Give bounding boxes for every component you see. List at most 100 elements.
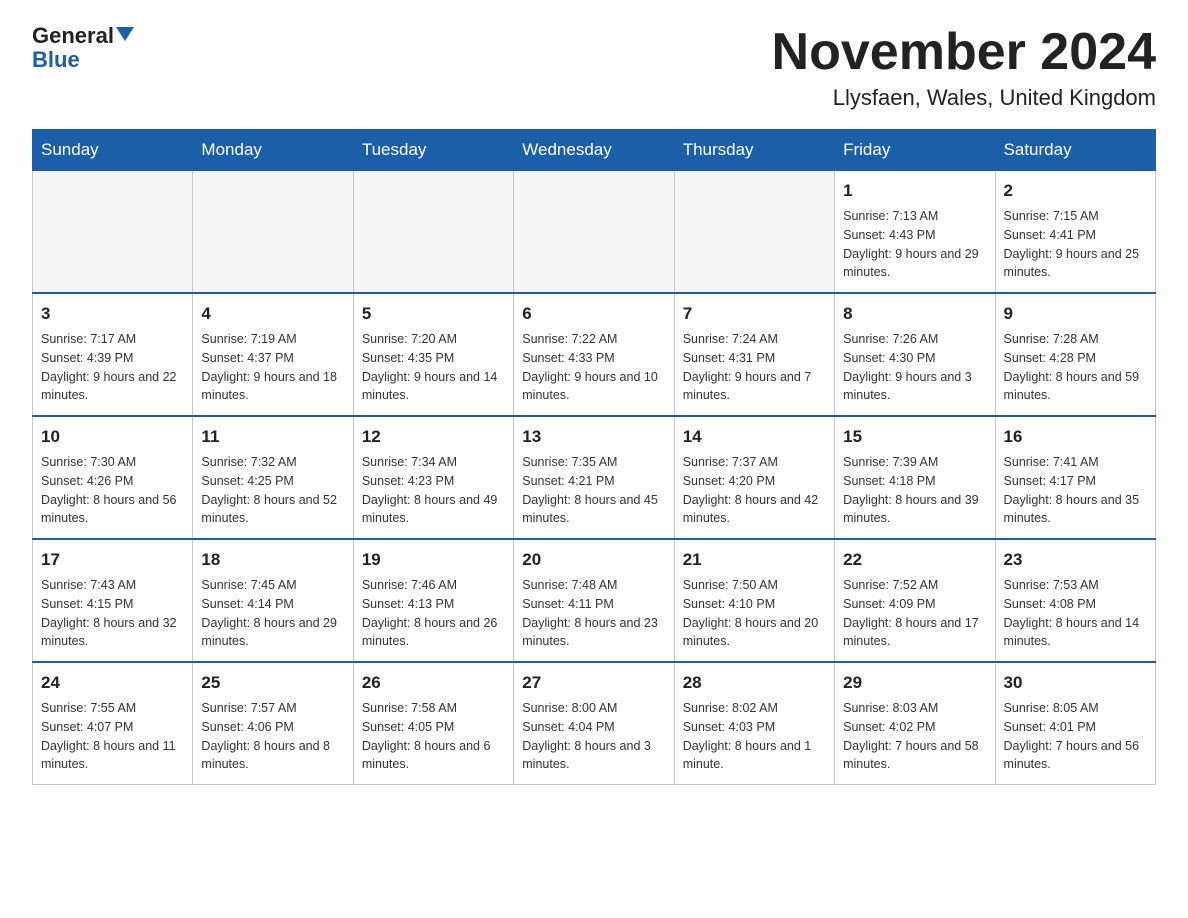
- calendar-day-cell: 10Sunrise: 7:30 AMSunset: 4:26 PMDayligh…: [33, 416, 193, 539]
- calendar-week-row: 1Sunrise: 7:13 AMSunset: 4:43 PMDaylight…: [33, 171, 1156, 294]
- calendar-day-cell: 27 Sunrise: 8:00 AMSunset: 4:04 PMDayligh…: [514, 662, 674, 785]
- calendar-day-cell: 13 Sunrise: 7:35 AMSunset: 4:21 PMDayligh…: [514, 416, 674, 539]
- day-info: Sunrise: 7:17 AMSunset: 4:39 PMDaylight:…: [41, 332, 177, 403]
- day-number: 24: [41, 671, 184, 696]
- calendar-day-cell: 20Sunrise: 7:48 AMSunset: 4:11 PMDayligh…: [514, 539, 674, 662]
- day-info: Sunrise: 7:13 AMSunset: 4:43 PMDaylight:…: [843, 209, 979, 280]
- day-number: 7: [683, 302, 826, 327]
- calendar-day-cell: [353, 171, 513, 294]
- calendar-day-cell: 25Sunrise: 7:57 AMSunset: 4:06 PMDayligh…: [193, 662, 353, 785]
- day-info: Sunrise: 7:46 AMSunset: 4:13 PMDaylight:…: [362, 578, 498, 649]
- day-info: Sunrise: 7:19 AMSunset: 4:37 PMDaylight:…: [201, 332, 337, 403]
- calendar-day-cell: 16 Sunrise: 7:41 AMSunset: 4:17 PMDayligh…: [995, 416, 1155, 539]
- page-header: General Blue November 2024 Llysfaen, Wal…: [32, 24, 1156, 111]
- calendar-day-cell: [674, 171, 834, 294]
- calendar-month-year: November 2024: [772, 24, 1156, 81]
- logo-general: General: [32, 24, 114, 48]
- calendar-week-row: 10Sunrise: 7:30 AMSunset: 4:26 PMDayligh…: [33, 416, 1156, 539]
- calendar-day-cell: [33, 171, 193, 294]
- calendar-day-cell: [193, 171, 353, 294]
- day-info: Sunrise: 7:22 AMSunset: 4:33 PMDaylight:…: [522, 332, 658, 403]
- calendar-week-row: 3 Sunrise: 7:17 AMSunset: 4:39 PMDaylight…: [33, 293, 1156, 416]
- day-info: Sunrise: 7:53 AMSunset: 4:08 PMDaylight:…: [1004, 578, 1140, 649]
- day-info: Sunrise: 8:05 AMSunset: 4:01 PMDaylight:…: [1004, 701, 1140, 772]
- logo-blue: Blue: [32, 48, 80, 72]
- day-number: 18: [201, 548, 344, 573]
- day-number: 15: [843, 425, 986, 450]
- calendar-day-cell: 8 Sunrise: 7:26 AMSunset: 4:30 PMDaylight…: [835, 293, 995, 416]
- day-info: Sunrise: 7:24 AMSunset: 4:31 PMDaylight:…: [683, 332, 812, 403]
- day-number: 11: [201, 425, 344, 450]
- day-number: 27: [522, 671, 665, 696]
- day-number: 23: [1004, 548, 1147, 573]
- header-thursday: Thursday: [674, 130, 834, 171]
- day-number: 12: [362, 425, 505, 450]
- calendar-day-cell: 2 Sunrise: 7:15 AMSunset: 4:41 PMDaylight…: [995, 171, 1155, 294]
- day-info: Sunrise: 7:32 AMSunset: 4:25 PMDaylight:…: [201, 455, 337, 526]
- day-number: 6: [522, 302, 665, 327]
- day-number: 2: [1004, 179, 1147, 204]
- calendar-day-cell: 17 Sunrise: 7:43 AMSunset: 4:15 PMDayligh…: [33, 539, 193, 662]
- day-info: Sunrise: 7:26 AMSunset: 4:30 PMDaylight:…: [843, 332, 972, 403]
- day-info: Sunrise: 7:20 AMSunset: 4:35 PMDaylight:…: [362, 332, 498, 403]
- day-number: 8: [843, 302, 986, 327]
- header-saturday: Saturday: [995, 130, 1155, 171]
- day-number: 30: [1004, 671, 1147, 696]
- calendar-day-cell: 3 Sunrise: 7:17 AMSunset: 4:39 PMDaylight…: [33, 293, 193, 416]
- calendar-day-cell: 11 Sunrise: 7:32 AMSunset: 4:25 PMDayligh…: [193, 416, 353, 539]
- calendar-day-cell: 15 Sunrise: 7:39 AMSunset: 4:18 PMDayligh…: [835, 416, 995, 539]
- day-number: 14: [683, 425, 826, 450]
- day-info: Sunrise: 7:41 AMSunset: 4:17 PMDaylight:…: [1004, 455, 1140, 526]
- day-number: 17: [41, 548, 184, 573]
- day-number: 21: [683, 548, 826, 573]
- day-number: 4: [201, 302, 344, 327]
- header-friday: Friday: [835, 130, 995, 171]
- calendar-day-cell: 23 Sunrise: 7:53 AMSunset: 4:08 PMDayligh…: [995, 539, 1155, 662]
- day-number: 3: [41, 302, 184, 327]
- calendar-week-row: 17 Sunrise: 7:43 AMSunset: 4:15 PMDayligh…: [33, 539, 1156, 662]
- calendar-day-cell: 9 Sunrise: 7:28 AMSunset: 4:28 PMDaylight…: [995, 293, 1155, 416]
- calendar-day-cell: 4 Sunrise: 7:19 AMSunset: 4:37 PMDaylight…: [193, 293, 353, 416]
- calendar-day-cell: 1Sunrise: 7:13 AMSunset: 4:43 PMDaylight…: [835, 171, 995, 294]
- calendar-day-cell: 22 Sunrise: 7:52 AMSunset: 4:09 PMDayligh…: [835, 539, 995, 662]
- calendar-day-cell: 24Sunrise: 7:55 AMSunset: 4:07 PMDayligh…: [33, 662, 193, 785]
- day-info: Sunrise: 7:35 AMSunset: 4:21 PMDaylight:…: [522, 455, 658, 526]
- logo-triangle-icon: [116, 27, 134, 41]
- day-info: Sunrise: 7:28 AMSunset: 4:28 PMDaylight:…: [1004, 332, 1140, 403]
- day-info: Sunrise: 7:45 AMSunset: 4:14 PMDaylight:…: [201, 578, 337, 649]
- day-info: Sunrise: 7:15 AMSunset: 4:41 PMDaylight:…: [1004, 209, 1140, 280]
- day-number: 9: [1004, 302, 1147, 327]
- calendar-location: Llysfaen, Wales, United Kingdom: [772, 85, 1156, 111]
- calendar-day-cell: 12 Sunrise: 7:34 AMSunset: 4:23 PMDayligh…: [353, 416, 513, 539]
- day-info: Sunrise: 8:02 AMSunset: 4:03 PMDaylight:…: [683, 701, 812, 772]
- day-info: Sunrise: 7:30 AMSunset: 4:26 PMDaylight:…: [41, 455, 177, 526]
- header-monday: Monday: [193, 130, 353, 171]
- day-number: 22: [843, 548, 986, 573]
- day-info: Sunrise: 8:03 AMSunset: 4:02 PMDaylight:…: [843, 701, 979, 772]
- day-number: 19: [362, 548, 505, 573]
- day-info: Sunrise: 7:52 AMSunset: 4:09 PMDaylight:…: [843, 578, 979, 649]
- header-tuesday: Tuesday: [353, 130, 513, 171]
- weekday-header-row: Sunday Monday Tuesday Wednesday Thursday…: [33, 130, 1156, 171]
- day-info: Sunrise: 7:37 AMSunset: 4:20 PMDaylight:…: [683, 455, 819, 526]
- day-number: 16: [1004, 425, 1147, 450]
- calendar-day-cell: 29Sunrise: 8:03 AMSunset: 4:02 PMDayligh…: [835, 662, 995, 785]
- day-info: Sunrise: 8:00 AMSunset: 4:04 PMDaylight:…: [522, 701, 651, 772]
- calendar-day-cell: 5 Sunrise: 7:20 AMSunset: 4:35 PMDaylight…: [353, 293, 513, 416]
- calendar-day-cell: [514, 171, 674, 294]
- day-info: Sunrise: 7:58 AMSunset: 4:05 PMDaylight:…: [362, 701, 491, 772]
- calendar-day-cell: 21 Sunrise: 7:50 AMSunset: 4:10 PMDayligh…: [674, 539, 834, 662]
- day-info: Sunrise: 7:34 AMSunset: 4:23 PMDaylight:…: [362, 455, 498, 526]
- calendar-day-cell: 19 Sunrise: 7:46 AMSunset: 4:13 PMDayligh…: [353, 539, 513, 662]
- day-info: Sunrise: 7:39 AMSunset: 4:18 PMDaylight:…: [843, 455, 979, 526]
- calendar-day-cell: 28Sunrise: 8:02 AMSunset: 4:03 PMDayligh…: [674, 662, 834, 785]
- day-number: 13: [522, 425, 665, 450]
- day-info: Sunrise: 7:57 AMSunset: 4:06 PMDaylight:…: [201, 701, 330, 772]
- header-sunday: Sunday: [33, 130, 193, 171]
- calendar-day-cell: 7 Sunrise: 7:24 AMSunset: 4:31 PMDaylight…: [674, 293, 834, 416]
- calendar-day-cell: 6 Sunrise: 7:22 AMSunset: 4:33 PMDaylight…: [514, 293, 674, 416]
- day-info: Sunrise: 7:43 AMSunset: 4:15 PMDaylight:…: [41, 578, 177, 649]
- calendar-day-cell: 14 Sunrise: 7:37 AMSunset: 4:20 PMDayligh…: [674, 416, 834, 539]
- day-number: 5: [362, 302, 505, 327]
- day-info: Sunrise: 7:50 AMSunset: 4:10 PMDaylight:…: [683, 578, 819, 649]
